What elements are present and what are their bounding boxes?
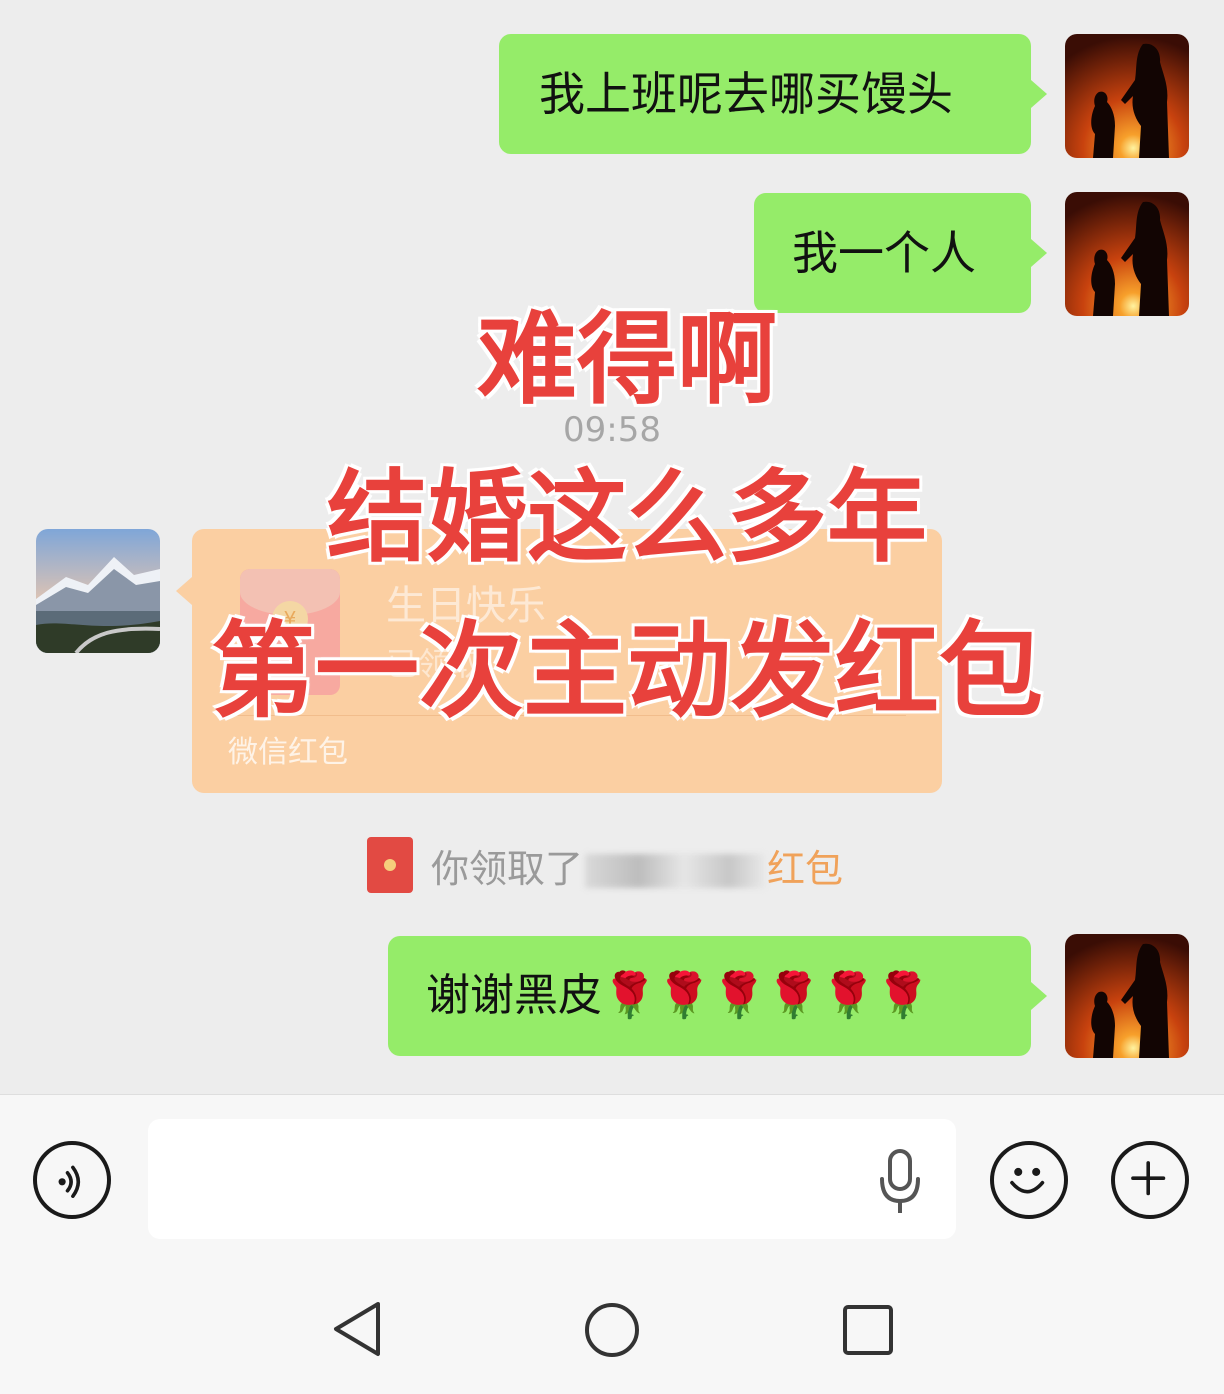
message-bubble-outgoing[interactable]: 谢谢黑皮🌹🌹🌹🌹🌹🌹 [388, 936, 1047, 1056]
plus-icon[interactable] [1111, 1141, 1189, 1219]
nav-recents-icon[interactable] [842, 1304, 894, 1356]
blurred-name [585, 854, 766, 888]
system-message: 你领取了 红包 [367, 836, 843, 894]
overlay-caption-line3: 第一次主动发红包 [210, 610, 1043, 732]
microphone-icon[interactable] [876, 1147, 924, 1217]
message-text: 我上班呢去哪买馒头 [539, 67, 953, 121]
my-avatar[interactable] [1065, 934, 1189, 1058]
nav-home-icon[interactable] [584, 1302, 640, 1358]
input-bar [0, 1094, 1224, 1265]
message-text: 谢谢黑皮🌹🌹🌹🌹🌹🌹 [426, 970, 931, 1021]
system-message-prefix: 你领取了 [431, 846, 584, 891]
system-message-link[interactable]: 红包 [767, 847, 843, 891]
my-avatar[interactable] [1065, 34, 1189, 158]
message-text: 我一个人 [792, 226, 976, 280]
system-navigation-bar [0, 1264, 1224, 1394]
emoji-icon[interactable] [990, 1141, 1068, 1219]
overlay-caption-line1: 难得啊 [477, 301, 777, 418]
voice-icon[interactable] [33, 1141, 111, 1219]
nav-back-icon[interactable] [330, 1300, 384, 1358]
overlay-caption-line2: 结婚这么多年 [327, 459, 927, 576]
red-packet-small-icon [367, 837, 413, 893]
message-input[interactable] [148, 1119, 956, 1239]
message-bubble-outgoing[interactable]: 我上班呢去哪买馒头 [499, 34, 1047, 154]
